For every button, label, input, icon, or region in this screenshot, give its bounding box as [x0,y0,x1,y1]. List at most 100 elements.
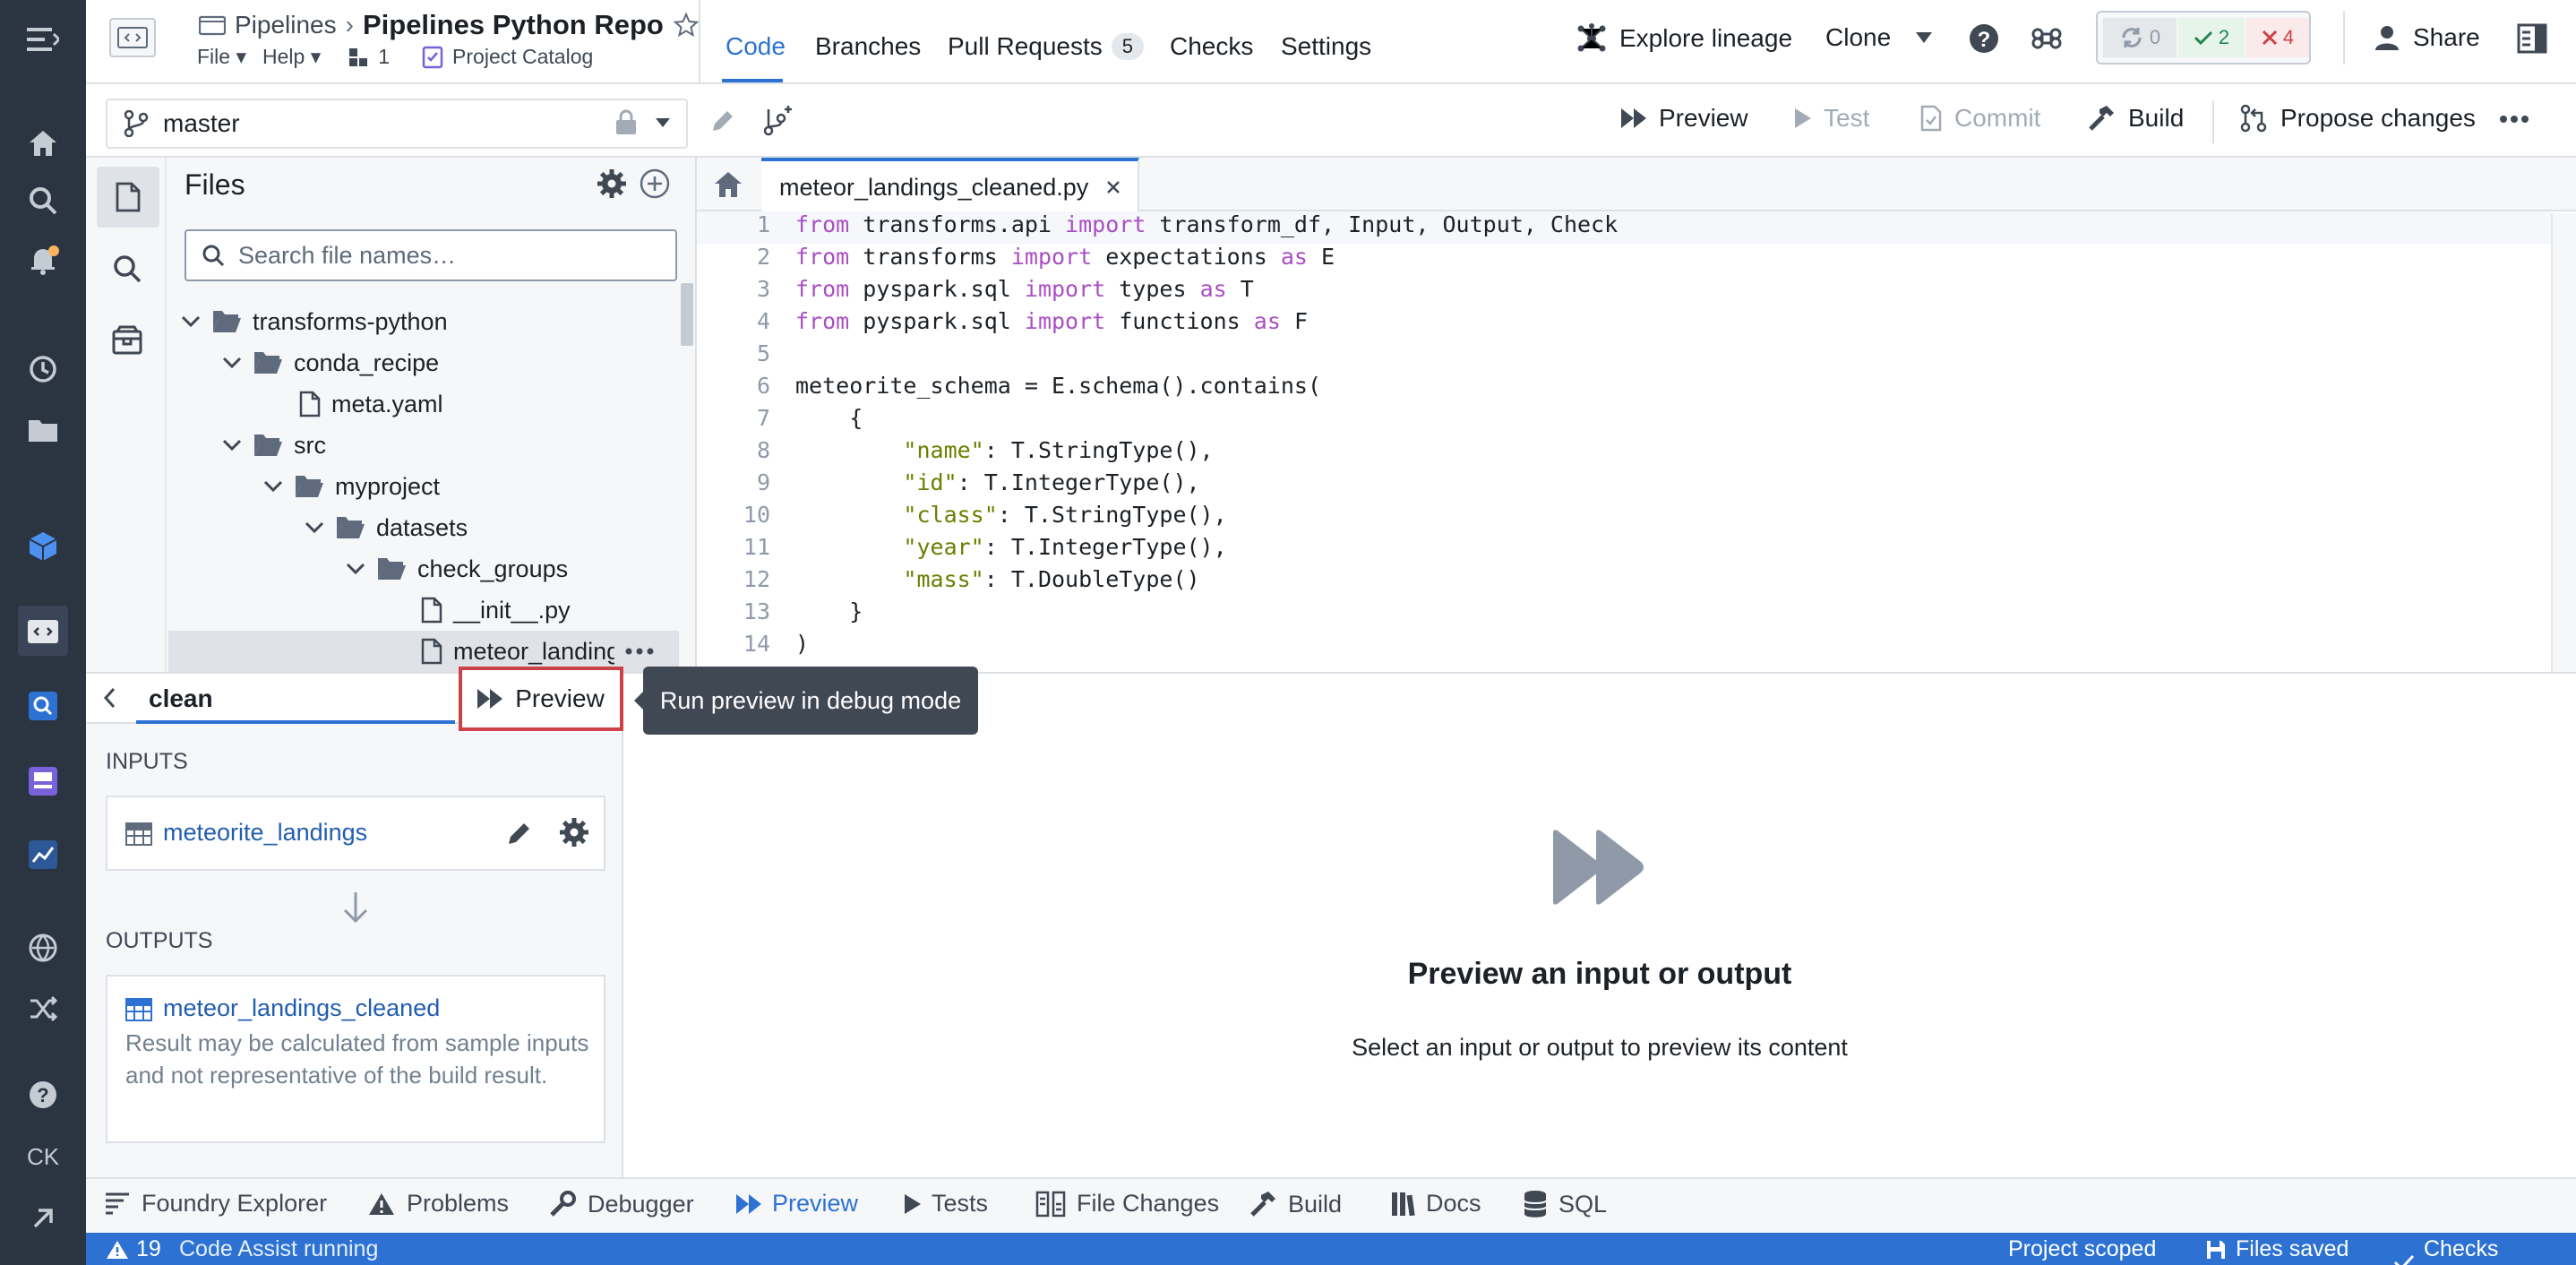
output-dataset-link[interactable]: meteor_landings_cleaned [163,994,440,1022]
tree-folder-check-groups[interactable]: check_groups [346,548,568,589]
preview-button[interactable]: Preview [1621,104,1748,133]
edit-branch-icon[interactable] [709,108,736,134]
debug-preview-button[interactable]: Preview [459,667,623,731]
hammer-icon [1249,1190,1277,1218]
create-branch-icon[interactable] [761,106,792,136]
tree-folder-conda-recipe[interactable]: conda_recipe [222,342,439,383]
tree-file-meta-yaml[interactable]: meta.yaml [299,383,443,425]
dashboard-app-icon[interactable] [21,760,64,803]
help-icon[interactable]: ? [21,1073,64,1116]
search-app-icon[interactable] [21,684,64,727]
tab-debugger[interactable]: Debugger [548,1190,694,1218]
editor-home-icon[interactable] [713,170,743,199]
menu-icon[interactable] [21,18,64,61]
tab-docs[interactable]: Docs [1390,1190,1481,1218]
refresh-icon [2119,25,2144,50]
tab-pull-requests[interactable]: Pull Requests 5 [948,32,1145,61]
code-content[interactable]: 1 from transforms.api import transform_df… [697,211,2551,672]
files-scrollbar[interactable] [681,283,693,346]
files-view-icon[interactable] [97,167,159,228]
check-icon [2194,30,2213,46]
file-search-input[interactable]: Search file names… [185,229,677,281]
help-circle-icon[interactable]: ? [1969,23,1999,54]
editor-scrollbar[interactable] [2551,213,2576,672]
input-dataset-card[interactable]: meteorite_landings [106,796,605,871]
tab-tests[interactable]: Tests [905,1190,988,1218]
tree-folder-datasets[interactable]: datasets [305,507,468,548]
caret-down-icon [1916,32,1933,43]
lock-icon [614,109,638,136]
close-tab-icon[interactable] [1106,180,1121,194]
project-scoped-status[interactable]: Project scoped [2008,1236,2156,1262]
commit-button[interactable]: Commit [1920,104,2040,133]
fast-forward-icon [477,689,503,709]
tab-checks[interactable]: Checks [1170,32,1253,61]
tree-folder-src[interactable]: src [222,425,326,466]
command-palette-icon[interactable] [2031,23,2062,54]
checks-passed[interactable]: 2 [2178,18,2245,57]
home-icon[interactable] [21,122,64,165]
shuffle-icon[interactable] [21,987,64,1030]
files-settings-gear-icon[interactable] [597,168,627,199]
more-options-icon[interactable] [2499,115,2529,124]
branches-icon [348,47,369,68]
caret-down-icon [656,118,670,127]
checks-status-summary[interactable]: 0 2 4 [2096,11,2311,65]
tab-build[interactable]: Build [1249,1190,1342,1218]
propose-changes-button[interactable]: Propose changes [2239,104,2476,133]
clone-dropdown[interactable]: Clone [1825,23,1933,52]
checks-passed-status[interactable]: Checks passed [2393,1236,2576,1265]
back-chevron-icon[interactable] [102,686,116,710]
explore-lineage-button[interactable]: Explore lineage [1576,23,1792,54]
tree-file-init-py[interactable]: __init__.py [421,589,571,631]
header-divider [699,0,700,84]
tab-sql[interactable]: SQL [1523,1190,1607,1218]
file-actions-more-icon[interactable] [625,648,654,655]
add-file-icon[interactable] [640,168,670,199]
file-menu[interactable]: File ▾ [197,45,246,69]
tree-folder-myproject[interactable]: myproject [263,466,440,507]
checks-running[interactable]: 0 [2103,18,2177,57]
tab-problems[interactable]: Problems [367,1190,509,1218]
chart-app-icon[interactable] [21,833,64,876]
branch-selector[interactable]: master [106,99,688,149]
tab-preview[interactable]: Preview [736,1190,858,1218]
code-repository-app-icon[interactable] [18,606,68,656]
search-icon[interactable] [21,179,64,222]
help-menu[interactable]: Help ▾ [262,45,321,69]
build-button[interactable]: Build [2087,104,2184,133]
star-icon[interactable] [673,12,700,39]
history-icon[interactable] [21,348,64,391]
files-saved-status[interactable]: Files saved [2205,1236,2348,1262]
fast-forward-icon [1621,108,1646,128]
output-dataset-card[interactable]: meteor_landings_cleaned Result may be ca… [106,975,605,1143]
preview-fast-forward-icon [1550,828,1650,907]
user-avatar[interactable]: CK [0,1143,86,1171]
code-assist-status[interactable]: Code Assist running [179,1236,378,1262]
tree-folder-transforms-python[interactable]: transforms-python [181,301,448,342]
status-warnings[interactable]: 19 [106,1236,161,1262]
search-files-icon[interactable] [111,253,143,285]
tab-code[interactable]: Code [726,32,786,61]
globe-icon[interactable] [21,926,64,969]
editor-tab-meteor-landings-cleaned[interactable]: meteor_landings_cleaned.py [761,158,1139,213]
share-button[interactable]: Share [2374,23,2480,52]
side-panel-toggle-icon[interactable] [2517,23,2547,54]
project-catalog-link[interactable]: Project Catalog [452,45,593,69]
database-icon [1523,1190,1548,1218]
edit-input-pencil-icon[interactable] [505,819,534,848]
project-catalog-icon [422,46,443,69]
input-settings-gear-icon[interactable] [559,817,589,848]
tab-foundry-explorer[interactable]: Foundry Explorer [104,1190,327,1218]
notifications-icon[interactable] [21,238,64,281]
breadcrumb-parent[interactable]: Pipelines [235,11,337,39]
cube-app-icon[interactable] [21,525,64,568]
test-button[interactable]: Test [1795,104,1869,133]
package-icon[interactable] [111,324,143,357]
folder-icon[interactable] [21,409,64,452]
tab-file-changes[interactable]: File Changes [1035,1190,1219,1218]
tab-branches[interactable]: Branches [815,32,921,61]
checks-failed[interactable]: 4 [2246,18,2309,57]
tab-settings[interactable]: Settings [1281,32,1371,61]
input-dataset-link[interactable]: meteorite_landings [163,819,367,847]
